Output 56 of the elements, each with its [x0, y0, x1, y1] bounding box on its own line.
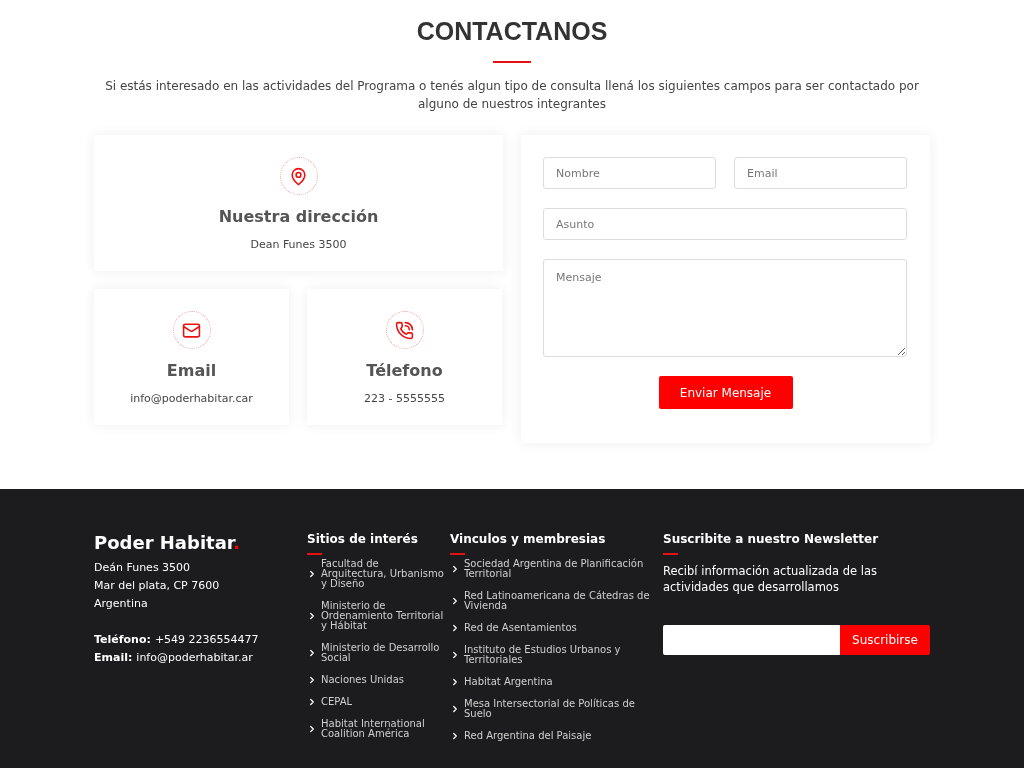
footer-link[interactable]: Red Argentina del Paisaje: [450, 731, 663, 741]
card-title: Nuestra dirección: [218, 206, 379, 228]
message-field[interactable]: Mensaje: [543, 259, 907, 357]
card-title: Télefono: [366, 360, 443, 382]
footer-link[interactable]: Sociedad Argentina de Planificación Territorial: [450, 559, 663, 579]
card-value: info@poderhabitar.car: [130, 391, 253, 407]
contact-value: info@poderhabitar.ar: [136, 650, 253, 666]
footer-link[interactable]: Ministerio de Ordenamiento Territorial y Hábitat: [307, 601, 450, 631]
address-line: Argentina: [94, 596, 149, 612]
chevron-icon: [307, 675, 317, 685]
contact-label: Email:: [94, 650, 133, 666]
address-line: Deán Funes 3500: [94, 560, 192, 576]
chevron-icon: [307, 697, 317, 707]
map-pin-icon: [289, 166, 308, 186]
chevron-icon: [450, 677, 460, 687]
chevron-icon: [450, 650, 460, 660]
name-field[interactable]: Nombre: [543, 157, 716, 189]
footer-logo: Poder Habitar.: [94, 531, 241, 555]
footer-link[interactable]: Habitat Argentina: [450, 677, 663, 687]
footer-link[interactable]: Red de Asentamientos: [450, 623, 663, 633]
footer-link[interactable]: Ministerio de Desarrollo Social: [307, 643, 450, 663]
intro-text: Si estás interesado en las actividades del Programa o tenés algun tipo de consulta llená los siguientes campos para ser contactado por alguno de nuestros integrantes: [104, 78, 920, 113]
footer-link[interactable]: Facultad de Arquitectura, Urbanismo y Diseño: [307, 559, 450, 589]
card-value: 223 - 5555555: [364, 391, 445, 407]
chevron-icon: [307, 724, 317, 734]
chevron-icon: [450, 731, 460, 741]
card-title: Email: [166, 360, 217, 382]
footer-link[interactable]: Naciones Unidas: [307, 675, 450, 685]
chevron-icon: [450, 623, 460, 633]
newsletter-email-field[interactable]: [663, 625, 840, 655]
subscribe-button[interactable]: Suscribirse: [840, 625, 930, 655]
column-title: Sitios de interés: [307, 531, 419, 547]
address-line: Mar del plata, CP 7600: [94, 578, 221, 594]
card-value: Dean Funes 3500: [250, 237, 347, 253]
chevron-icon: [307, 648, 317, 658]
email-field[interactable]: Email: [734, 157, 907, 189]
chevron-icon: [307, 569, 317, 579]
column-title: Suscribite a nuestro Newsletter: [663, 531, 880, 547]
envelope-icon: [182, 320, 201, 340]
chevron-icon: [307, 611, 317, 621]
newsletter-text: Recibí información actualizada de las actividades que desarrollamos: [663, 563, 878, 595]
subject-field[interactable]: Asunto: [543, 208, 907, 240]
footer-link[interactable]: Mesa Intersectorial de Políticas de Suelo: [450, 699, 663, 719]
send-button[interactable]: Enviar Mensaje: [658, 376, 793, 409]
chevron-icon: [450, 564, 460, 574]
contact-label: Teléfono:: [94, 632, 151, 648]
chevron-icon: [450, 704, 460, 714]
chevron-icon: [450, 596, 460, 606]
footer-link[interactable]: Instituto de Estudios Urbanos y Territoriales: [450, 645, 663, 665]
footer-link[interactable]: CEPAL: [307, 697, 450, 707]
footer-link[interactable]: Habitat International Coalition América: [307, 719, 450, 739]
footer-link[interactable]: Red Latinoamericana de Cátedras de Vivienda: [450, 591, 663, 611]
phone-icon: [395, 320, 414, 340]
contact-value: +549 2236554477: [154, 632, 259, 648]
column-title: Vinculos y membresias: [450, 531, 607, 547]
section-title: CONTACTANOS: [416, 17, 608, 45]
